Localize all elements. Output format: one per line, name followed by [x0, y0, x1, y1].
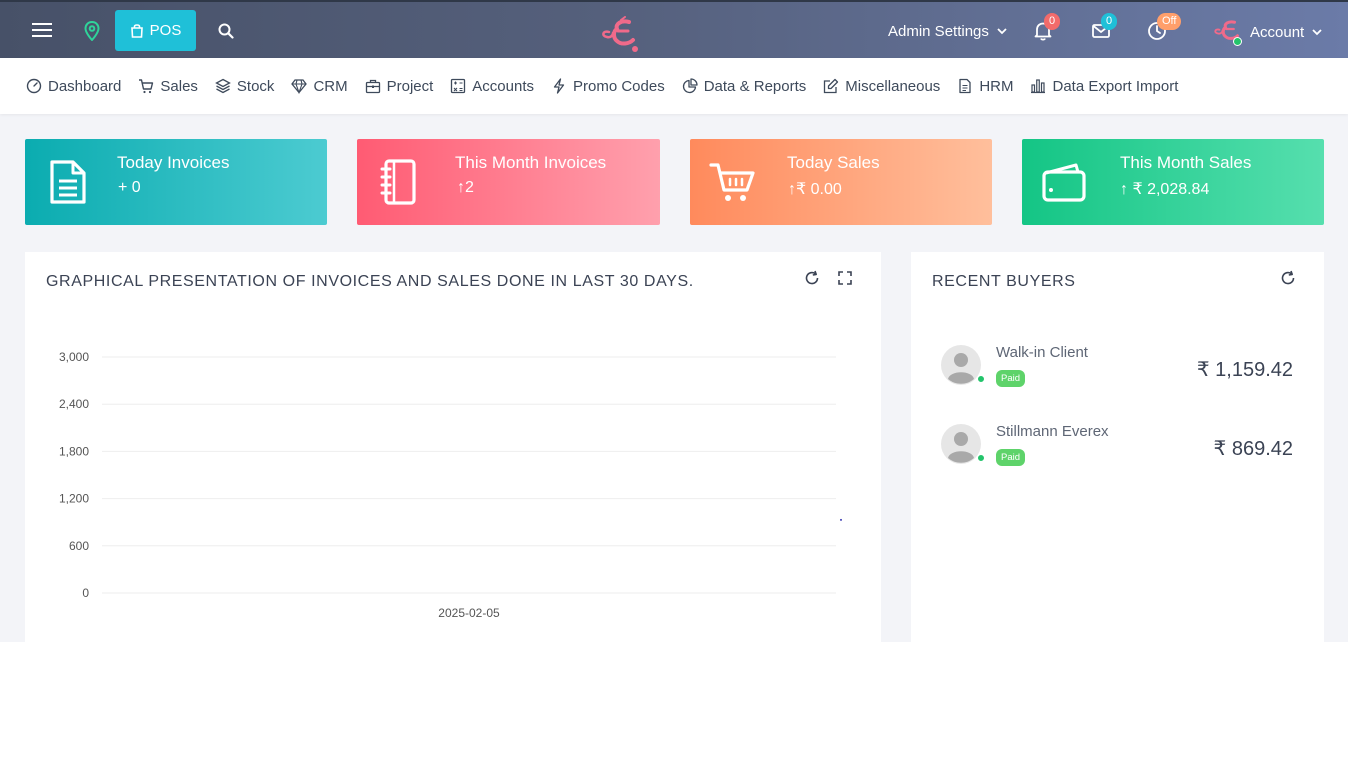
admin-settings-menu[interactable]: Admin Settings — [888, 18, 1007, 44]
nav-item-label: HRM — [979, 77, 1014, 95]
nav-item-crm[interactable]: CRM — [291, 77, 348, 95]
chevron-down-icon — [997, 27, 1007, 34]
nav-item-label: Data Export Import — [1052, 77, 1179, 95]
stat-card-title: Today Sales — [787, 153, 880, 172]
nav-item-label: Data & Reports — [703, 77, 807, 95]
wallet-icon — [1042, 163, 1086, 202]
buyer-row[interactable]: Stillmann Everex Paid ₹ 869.42 — [941, 423, 1293, 484]
notebook-icon — [380, 159, 416, 205]
dashboard-app: POS Admin Settings 0 0 Off Account Dashb… — [0, 0, 1348, 642]
diamond-icon — [291, 79, 308, 94]
search-icon[interactable] — [215, 20, 237, 42]
nav-item-data-reports[interactable]: Data & Reports — [682, 77, 807, 95]
stat-card-value: ↑ ₹ 2,028.84 — [1120, 181, 1210, 198]
payment-status-badge: Paid — [996, 449, 1026, 466]
chart-gridlines — [102, 356, 836, 594]
nav-item-label: Miscellaneous — [845, 77, 941, 95]
nav-item-label: Stock — [236, 77, 275, 95]
nav-item-label: Promo Codes — [573, 77, 665, 95]
stat-card-title: This Month Sales — [1120, 153, 1252, 172]
calculator-icon — [451, 78, 466, 94]
menu-toggle-icon[interactable] — [30, 20, 54, 40]
x-tick-label: 2025-02-05 — [438, 606, 500, 620]
cart-icon — [139, 79, 154, 94]
chevron-down-icon — [1312, 28, 1322, 35]
document-icon — [50, 160, 86, 204]
online-status-dot — [977, 375, 985, 383]
location-pin-icon[interactable] — [82, 20, 102, 42]
nav-item-project[interactable]: Project — [365, 77, 434, 95]
nav-item-accounts[interactable]: Accounts — [450, 78, 534, 95]
y-tick-label: 1,200 — [59, 492, 89, 506]
bolt-icon — [553, 78, 565, 94]
nav-item-miscellaneous[interactable]: Miscellaneous — [823, 78, 940, 95]
shopping-bag-icon — [130, 24, 143, 38]
nav-item-label: CRM — [313, 77, 348, 95]
chart-data-point[interactable] — [840, 518, 842, 521]
pos-button-label: POS — [149, 22, 182, 39]
messages-count-badge: 0 — [1101, 13, 1118, 30]
gauge-icon — [26, 78, 42, 94]
y-tick-label: 1,800 — [59, 444, 89, 458]
layers-icon — [215, 78, 231, 94]
clock-status-badge: Off — [1157, 13, 1182, 30]
stat-card-value: ↑₹ 0.00 — [788, 181, 842, 198]
nav-item-label: Accounts — [472, 77, 534, 95]
user-avatar — [1212, 17, 1242, 47]
buyer-name: Stillmann Everex — [996, 423, 1109, 440]
notifications-count-badge: 0 — [1044, 13, 1061, 30]
buyer-name: Walk-in Client — [996, 344, 1088, 361]
y-tick-label: 2,400 — [59, 397, 89, 411]
pie-icon — [682, 78, 698, 94]
nav-item-promo-codes[interactable]: Promo Codes — [551, 78, 665, 95]
line-chart[interactable]: 3,000 2,400 1,800 1,200 600 0 2025-02-05 — [25, 252, 881, 642]
y-tick-label: 0 — [82, 586, 89, 600]
buyer-amount: ₹ 1,159.42 — [1196, 359, 1293, 381]
admin-settings-label: Admin Settings — [888, 22, 989, 40]
user-avatar-icon — [941, 424, 981, 464]
nav-item-label: Sales — [160, 77, 198, 95]
recent-buyers-title: RECENT BUYERS — [932, 273, 1076, 290]
account-label: Account — [1250, 23, 1305, 41]
nav-item-label: Project — [386, 77, 434, 95]
stat-card-this-month-sales[interactable]: This Month Sales ↑ ₹ 2,028.84 — [1022, 139, 1324, 225]
refresh-icon[interactable] — [1280, 270, 1296, 286]
stat-card-today-invoices[interactable]: Today Invoices + 0 — [25, 139, 327, 225]
account-menu[interactable]: Account — [1212, 16, 1322, 48]
stat-card-today-sales[interactable]: Today Sales ↑₹ 0.00 — [690, 139, 992, 225]
nav-item-sales[interactable]: Sales — [138, 78, 198, 95]
sales-chart-panel: GRAPHICAL PRESENTATION OF INVOICES AND S… — [25, 252, 881, 642]
stat-card-value: ↑2 — [457, 179, 474, 196]
online-status-dot — [1233, 37, 1242, 46]
online-status-dot — [977, 454, 985, 462]
main-navigation: Dashboard Sales Stock CRM Project Accoun… — [0, 58, 1348, 114]
user-avatar-icon — [941, 345, 981, 385]
shopping-cart-icon — [709, 163, 755, 201]
stat-card-value: + 0 — [118, 179, 141, 196]
pos-button[interactable]: POS — [115, 10, 196, 51]
nav-item-label: Dashboard — [48, 77, 122, 95]
buyer-amount: ₹ 869.42 — [1213, 438, 1293, 460]
nav-item-data-export-import[interactable]: Data Export Import — [1030, 78, 1178, 95]
buyer-row[interactable]: Walk-in Client Paid ₹ 1,159.42 — [941, 344, 1293, 405]
file-icon — [959, 78, 971, 94]
brand-logo[interactable] — [598, 16, 640, 54]
stat-card-this-month-invoices[interactable]: This Month Invoices ↑2 — [357, 139, 660, 225]
y-axis: 3,000 2,400 1,800 1,200 600 0 — [59, 350, 89, 600]
x-axis: 2025-02-05 — [438, 606, 500, 620]
y-tick-label: 600 — [69, 539, 89, 553]
top-bar: POS Admin Settings 0 0 Off Account — [0, 0, 1348, 58]
nav-item-hrm[interactable]: HRM — [957, 78, 1013, 95]
edit-icon — [824, 78, 839, 94]
payment-status-badge: Paid — [996, 370, 1026, 387]
stat-card-title: Today Invoices — [117, 153, 230, 172]
nav-item-stock[interactable]: Stock — [215, 77, 275, 95]
bar-chart-icon — [1031, 79, 1046, 94]
nav-item-dashboard[interactable]: Dashboard — [26, 78, 121, 95]
chart-series — [840, 518, 842, 521]
briefcase-icon — [365, 79, 380, 94]
recent-buyers-panel: RECENT BUYERS Walk-in Client Paid ₹ 1,15… — [911, 252, 1324, 642]
stat-card-title: This Month Invoices — [455, 153, 607, 172]
y-tick-label: 3,000 — [59, 350, 89, 364]
